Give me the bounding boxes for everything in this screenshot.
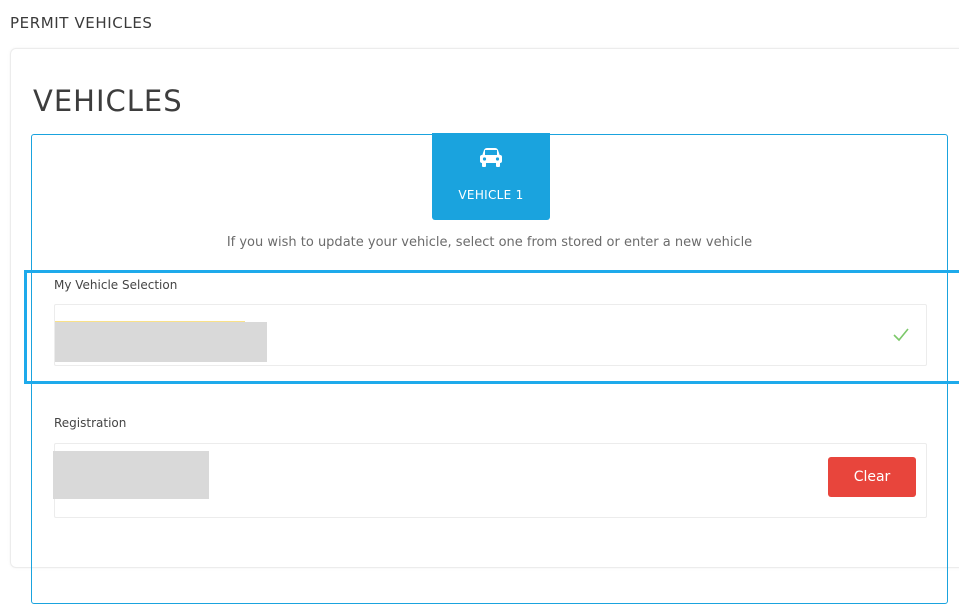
- vehicles-card: VEHICLES VEHICLE 1 If you wish to update…: [10, 48, 959, 604]
- instruction-text: If you wish to update your vehicle, sele…: [226, 235, 753, 250]
- breadcrumb: PERMIT VEHICLES: [10, 14, 153, 32]
- redacted-registration-value: [53, 451, 209, 499]
- redacted-vehicle-value: [55, 322, 267, 362]
- vehicle-selection-label: My Vehicle Selection: [54, 278, 178, 292]
- clear-button[interactable]: Clear: [828, 457, 916, 497]
- page-title: VEHICLES: [33, 84, 183, 118]
- registration-label: Registration: [54, 416, 127, 430]
- vehicle-panel: VEHICLE 1 If you wish to update your veh…: [31, 133, 948, 604]
- tab-vehicle-1[interactable]: VEHICLE 1: [432, 133, 550, 220]
- car-icon: [480, 148, 502, 167]
- vehicle-selection-field[interactable]: [54, 304, 927, 366]
- tab-vehicle-1-label: VEHICLE 1: [458, 188, 524, 202]
- registration-field[interactable]: Clear: [53, 443, 927, 518]
- check-icon: [893, 328, 909, 342]
